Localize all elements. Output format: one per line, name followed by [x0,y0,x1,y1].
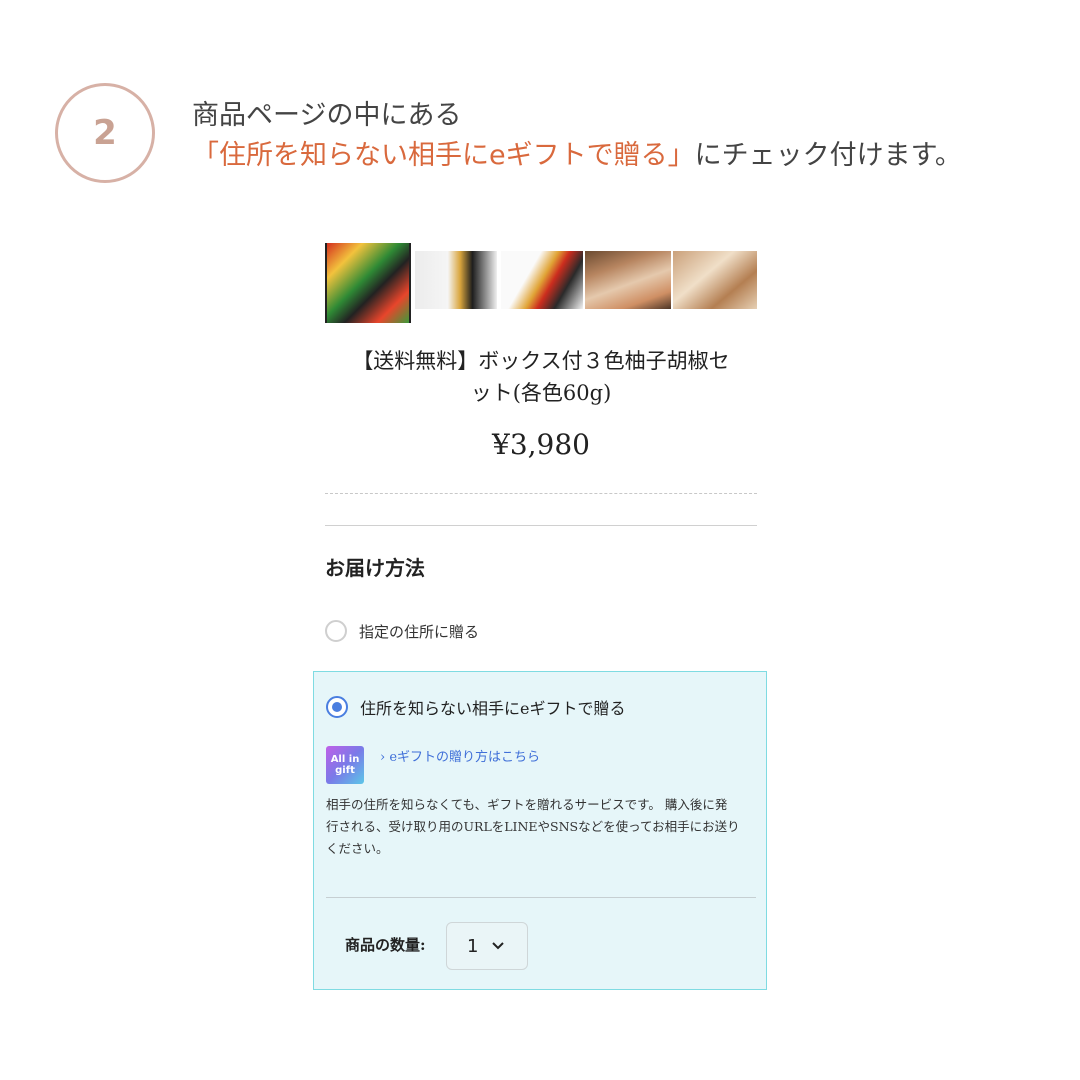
quantity-value: 1 [467,935,479,957]
delivery-option-address[interactable]: 指定の住所に贈る [325,620,479,642]
product-thumbnail-3[interactable] [501,251,583,309]
dashed-divider [325,493,757,494]
product-title-line-2: ット(各色60g) [470,381,612,405]
section-divider [325,525,757,526]
egift-option-panel: 住所を知らない相手にeギフトで贈る All in gift › eギフトの贈り方… [313,671,767,990]
instruction-highlight: 「住所を知らない相手にeギフトで贈る」 [192,140,695,171]
step-number: 2 [93,113,117,153]
instruction-line-2: 「住所を知らない相手にeギフトで贈る」にチェック付けます。 [192,136,962,176]
delivery-method-heading: お届け方法 [325,556,425,580]
instruction-line-1: 商品ページの中にある [192,100,462,131]
delivery-option-address-label: 指定の住所に贈る [359,622,480,641]
instruction-rest: にチェック付けます。 [694,140,962,171]
desc-line-2: 行される、受け取り用のURLをLINEやSNSなどを使ってお相手にお送り [326,819,740,834]
step-number-badge: 2 [55,83,155,183]
product-thumbnail-5[interactable] [673,251,757,309]
panel-divider [326,897,756,898]
quantity-label: 商品の数量: [345,936,426,954]
egift-howto-link[interactable]: › eギフトの贈り方はこちら [380,746,540,765]
product-thumbnail-2[interactable] [415,251,497,309]
product-thumbnail-1-selected[interactable] [325,243,411,323]
all-in-gift-logo: All in gift [326,746,364,784]
product-thumbnail-4[interactable] [585,251,671,309]
gift-logo-text: All in gift [330,754,360,776]
radio-selected[interactable] [326,696,348,718]
radio-dot [332,702,342,712]
product-title-line-1: 【送料無料】ボックス付３色柚子胡椒セ [352,349,730,373]
radio-unselected[interactable] [325,620,347,642]
desc-line-1: 相手の住所を知らなくても、ギフトを贈れるサービスです。 購入後に発 [326,797,728,812]
chevron-down-icon [492,939,505,953]
delivery-option-egift[interactable]: 住所を知らない相手にeギフトで贈る [326,695,625,719]
product-title: 【送料無料】ボックス付３色柚子胡椒セ ット(各色60g) [325,345,757,409]
egift-description: 相手の住所を知らなくても、ギフトを贈れるサービスです。 購入後に発 行される、受… [326,794,758,860]
desc-line-3: ください。 [326,841,389,856]
quantity-select[interactable]: 1 [446,922,528,970]
delivery-option-egift-label: 住所を知らない相手にeギフトで贈る [360,699,626,718]
product-price: ¥3,980 [492,428,590,461]
product-thumbnail-strip [325,243,757,323]
instruction-text: 商品ページの中にある 「住所を知らない相手にeギフトで贈る」にチェック付けます。 [192,96,962,176]
